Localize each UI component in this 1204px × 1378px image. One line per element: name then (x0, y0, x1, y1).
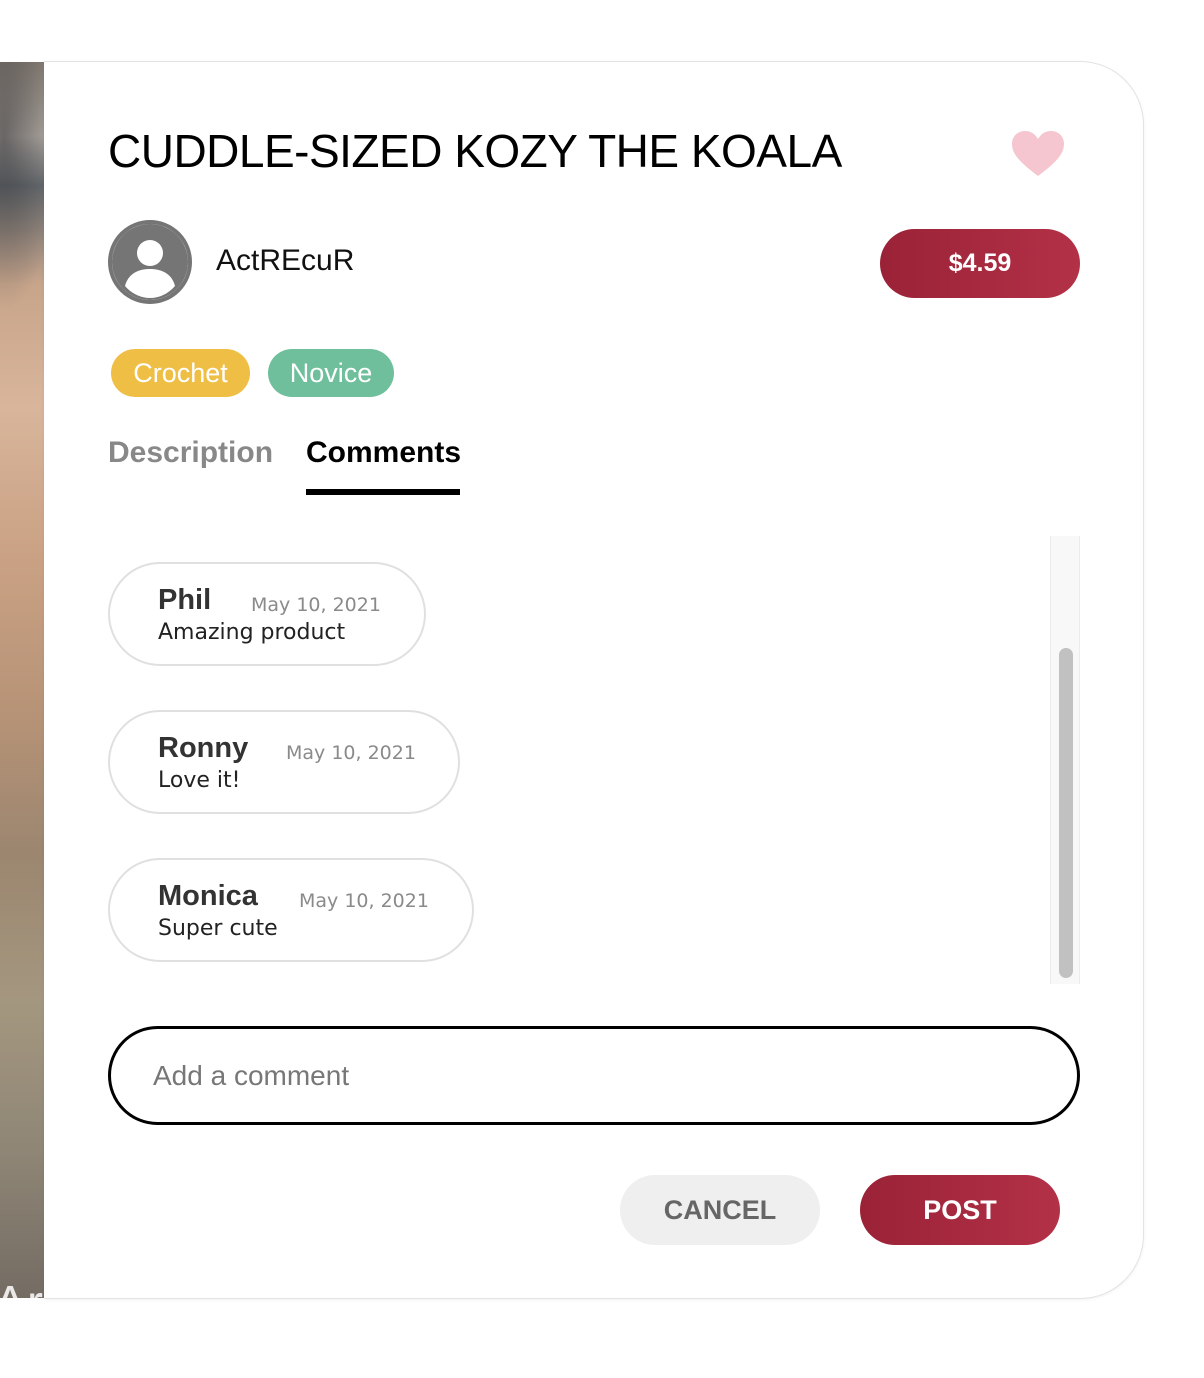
comments-list: Phil May 10, 2021 Amazing product Ronny … (108, 536, 1080, 986)
scrollbar-thumb[interactable] (1059, 648, 1073, 978)
product-title: CUDDLE-SIZED KOZY THE KOALA (108, 125, 842, 177)
comments-scrollbar[interactable] (1050, 536, 1080, 984)
tag-crochet[interactable]: Crochet (111, 349, 250, 397)
user-avatar-icon[interactable] (108, 220, 192, 304)
comment-text: Amazing product (158, 620, 346, 645)
tab-comments[interactable]: Comments (306, 436, 461, 470)
page: Ar CUDDLE-SIZED KOZY THE KOALA ActREcuR … (0, 0, 1204, 1378)
comment-date: May 10, 2021 (286, 742, 416, 764)
comment-item: Phil May 10, 2021 Amazing product (108, 562, 426, 666)
comment-author: Phil (158, 584, 212, 616)
product-photo: Ar (0, 62, 44, 1298)
comment-item: Monica May 10, 2021 Super cute (108, 858, 474, 962)
active-tab-indicator (306, 489, 460, 495)
comment-text: Love it! (158, 768, 241, 793)
comment-author: Monica (158, 880, 258, 912)
product-detail-card: CUDDLE-SIZED KOZY THE KOALA ActREcuR $4.… (44, 61, 1144, 1299)
comment-input[interactable] (108, 1026, 1080, 1125)
photo-caption: Ar (0, 1276, 44, 1298)
post-button[interactable]: POST (860, 1175, 1060, 1245)
comment-text: Super cute (158, 916, 278, 941)
price-button[interactable]: $4.59 (880, 229, 1080, 298)
comment-item: Ronny May 10, 2021 Love it! (108, 710, 460, 814)
cancel-button[interactable]: CANCEL (620, 1175, 820, 1245)
seller-username[interactable]: ActREcuR (216, 244, 354, 278)
comment-date: May 10, 2021 (251, 594, 381, 616)
heart-icon[interactable] (1010, 130, 1066, 178)
tab-description[interactable]: Description (108, 436, 273, 470)
comment-date: May 10, 2021 (299, 890, 429, 912)
comment-author: Ronny (158, 732, 249, 764)
tag-novice[interactable]: Novice (268, 349, 394, 397)
